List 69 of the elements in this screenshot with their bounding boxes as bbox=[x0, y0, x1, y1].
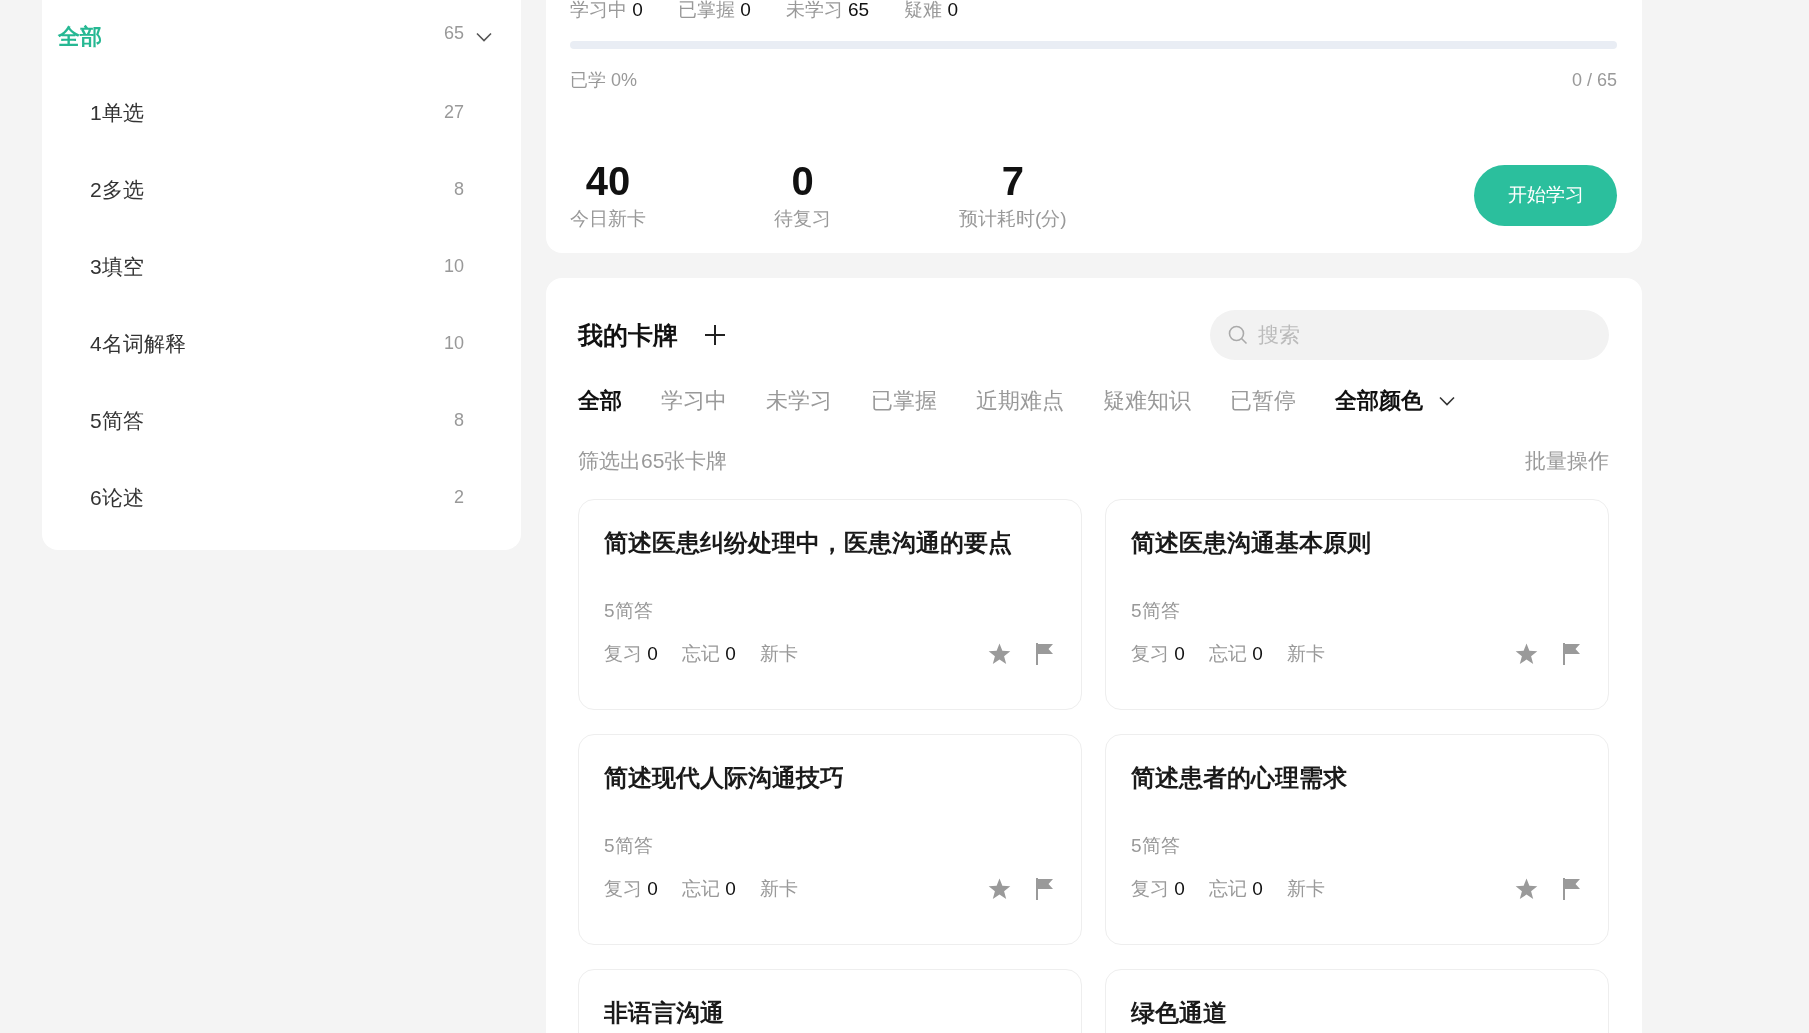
card-title: 简述医患沟通基本原则 bbox=[1131, 528, 1372, 558]
forget-count: 忘记 0 bbox=[681, 877, 736, 901]
category-item[interactable]: 5简答 bbox=[90, 406, 144, 435]
result-count: 筛选出65张卡牌 bbox=[578, 448, 728, 474]
card-title: 非语言沟通 bbox=[604, 998, 725, 1028]
review-count: 复习 0 bbox=[1131, 642, 1185, 666]
plus-icon[interactable] bbox=[704, 324, 726, 346]
card-title: 简述医患纠纷处理中，医患沟通的要点 bbox=[604, 528, 1013, 558]
card-status: 新卡 bbox=[759, 877, 798, 901]
card-status: 新卡 bbox=[1286, 642, 1325, 666]
card-title: 绿色通道 bbox=[1131, 998, 1228, 1028]
flashcard[interactable]: 非语言沟通 bbox=[578, 969, 1082, 1033]
review-count: 复习 0 bbox=[1131, 877, 1185, 901]
category-item[interactable]: 1单选 bbox=[90, 98, 144, 127]
item-count: 8 bbox=[454, 410, 464, 431]
item-count: 10 bbox=[443, 256, 464, 277]
forget-count: 忘记 0 bbox=[681, 642, 736, 666]
flashcard[interactable]: 简述患者的心理需求 5简答 复习 0 忘记 0 新卡 bbox=[1105, 734, 1609, 945]
flashcard[interactable]: 简述医患纠纷处理中，医患沟通的要点 5简答 复习 0 忘记 0 新卡 bbox=[578, 499, 1082, 710]
summary-label: 今日新卡 bbox=[570, 207, 646, 231]
flashcard[interactable]: 简述医患沟通基本原则 5简答 复习 0 忘记 0 新卡 bbox=[1105, 499, 1609, 710]
card-title: 简述现代人际沟通技巧 bbox=[604, 763, 845, 793]
review-count: 复习 0 bbox=[604, 642, 658, 666]
card-status: 新卡 bbox=[1286, 877, 1325, 901]
learned-percent: 已学 0% bbox=[570, 69, 638, 91]
status-count: 疑难 0 bbox=[904, 0, 958, 22]
card-title: 简述患者的心理需求 bbox=[1131, 763, 1348, 793]
star-icon[interactable] bbox=[988, 878, 1011, 900]
summary-label: 预计耗时(分) bbox=[959, 207, 1067, 231]
card-status: 新卡 bbox=[759, 642, 798, 666]
item-count: 65 bbox=[443, 22, 464, 44]
flashcard[interactable]: 绿色通道 bbox=[1105, 969, 1609, 1033]
status-count: 未学习 65 bbox=[785, 0, 870, 22]
forget-count: 忘记 0 bbox=[1208, 877, 1263, 901]
chevron-down-icon[interactable] bbox=[1439, 396, 1455, 406]
item-count: 10 bbox=[443, 333, 464, 354]
category-item[interactable]: 2多选 bbox=[90, 175, 144, 204]
summary-value: 0 bbox=[791, 159, 814, 203]
card-category: 5简答 bbox=[604, 599, 654, 623]
card-category: 5简答 bbox=[1131, 834, 1181, 858]
star-icon[interactable] bbox=[988, 643, 1011, 665]
forget-count: 忘记 0 bbox=[1208, 642, 1263, 666]
summary-value: 40 bbox=[585, 159, 631, 203]
flag-icon[interactable] bbox=[1035, 643, 1053, 665]
status-count: 已掌握 0 bbox=[677, 0, 751, 22]
search-icon bbox=[1228, 325, 1248, 345]
star-icon[interactable] bbox=[1515, 643, 1538, 665]
summary-value: 7 bbox=[1001, 159, 1024, 203]
summary-label: 待复习 bbox=[774, 207, 831, 231]
flag-icon[interactable] bbox=[1562, 878, 1580, 900]
color-filter-dropdown[interactable]: 全部颜色 bbox=[1335, 386, 1423, 416]
flag-icon[interactable] bbox=[1035, 878, 1053, 900]
item-count: 27 bbox=[443, 102, 464, 123]
star-icon[interactable] bbox=[1515, 878, 1538, 900]
review-count: 复习 0 bbox=[604, 877, 658, 901]
chevron-down-icon[interactable] bbox=[476, 32, 492, 42]
progress-ratio: 0 / 65 bbox=[1571, 69, 1617, 91]
category-item[interactable]: 6论述 bbox=[90, 483, 144, 512]
card-category: 5简答 bbox=[604, 834, 654, 858]
card-category: 5简答 bbox=[1131, 599, 1181, 623]
category-item[interactable]: 4名词解释 bbox=[90, 329, 186, 358]
flashcard[interactable]: 简述现代人际沟通技巧 5简答 复习 0 忘记 0 新卡 bbox=[578, 734, 1082, 945]
filter-tab[interactable]: 全部 bbox=[578, 386, 622, 416]
panel-title: 我的卡牌 bbox=[578, 319, 678, 351]
item-count: 8 bbox=[454, 179, 464, 200]
item-count: 2 bbox=[454, 487, 464, 508]
category-item[interactable]: 3填空 bbox=[90, 252, 144, 281]
status-count: 学习中 0 bbox=[570, 0, 643, 22]
flag-icon[interactable] bbox=[1562, 643, 1580, 665]
